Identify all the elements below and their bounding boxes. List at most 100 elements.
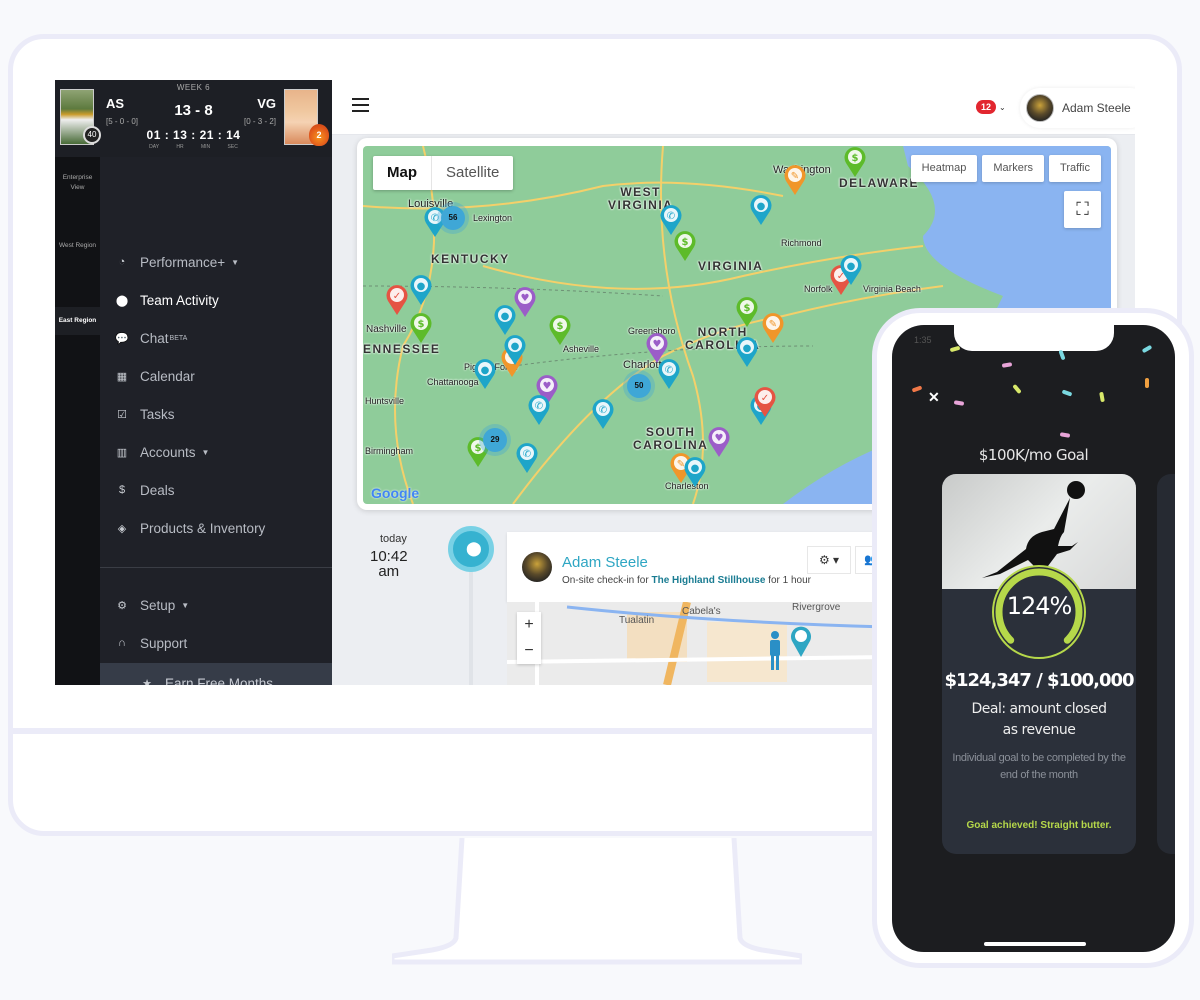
visit-marker-icon[interactable]: ● [473,358,497,390]
map-type-satellite-button[interactable]: Satellite [432,156,513,190]
marker-cluster[interactable]: 29 [483,428,507,452]
zoom-out-button[interactable]: − [517,638,541,664]
star-icon: ★ [142,677,152,686]
marketing-composite: 40 WEEK 6 AS [5 - 0 - 0] 13 - 8 VG [0 - … [0,0,1200,1000]
next-goal-card[interactable] [1157,474,1175,854]
gear-dropdown-button[interactable]: ⚙ ▾ [807,546,851,574]
sidebar-item-products-inventory[interactable]: ◈ Products & Inventory [115,517,266,539]
close-icon[interactable]: ✕ [928,389,940,406]
goal-card[interactable]: 124% $124,347 / $100,000 Deal: amount cl… [942,474,1136,854]
sidebar-item-tasks[interactable]: ☑ Tasks [115,403,174,425]
map-type-map-button[interactable]: Map [373,156,432,190]
visit-marker-icon[interactable]: ● [683,456,707,488]
visit-marker-icon[interactable]: ● [503,334,527,366]
region-west[interactable]: West Region [55,241,100,271]
sidebar-item-setup[interactable]: ⚙ Setup ▼ [115,594,189,616]
call-marker-icon[interactable]: ✆ [591,398,615,430]
chevron-down-icon: ⌄ [999,102,1006,112]
marker-cluster[interactable]: 50 [627,374,651,398]
desc-prefix: On-site check-in for [562,575,652,586]
status-time: 1:35 [914,335,932,345]
svg-text:$: $ [418,319,425,330]
map-city-label: Chattanooga [427,377,479,387]
svg-text:✆: ✆ [535,401,543,412]
call-marker-icon[interactable]: ✆ [527,394,551,426]
svg-text:●: ● [743,343,752,354]
fullscreen-icon[interactable]: ⛶ [1064,191,1101,228]
sidebar-item-calendar[interactable]: ▦ Calendar [115,365,195,387]
goal-amount: $124,347 / $100,000 [944,670,1134,691]
metric-line: as revenue [1002,722,1076,738]
dollar-icon: $ [118,484,126,496]
visit-marker-icon[interactable]: ● [735,336,759,368]
money-marker-icon[interactable]: $ [843,146,867,178]
tags-icon: ◈ [117,522,127,535]
task-marker-icon[interactable]: ✓ [385,284,409,316]
gear-icon: ⚙ [117,599,127,612]
team-right: VG [257,96,276,111]
checkin-mini-map[interactable]: + − Tualatin Cabela's Rivergrove [507,602,887,685]
svg-text:●: ● [757,201,766,212]
svg-text:♥: ♥ [521,293,530,304]
sidebar-item-chat[interactable]: 💬 Chat BETA [115,327,187,349]
note-marker-icon[interactable]: ✎ [783,164,807,196]
sidebar-item-accounts[interactable]: ▥ Accounts ▼ [115,441,210,463]
region-east[interactable]: East Region [55,307,100,335]
home-indicator[interactable] [984,942,1086,946]
svg-text:✆: ✆ [599,405,607,416]
visit-marker-icon[interactable]: ● [749,194,773,226]
task-marker-icon[interactable]: ✓ [753,386,777,418]
zoom-in-button[interactable]: + [517,612,541,638]
activity-ampm: am [378,563,400,580]
scoreboard[interactable]: 40 WEEK 6 AS [5 - 0 - 0] 13 - 8 VG [0 - … [55,80,332,157]
activity-card[interactable]: Adam Steele On-site check-in for The Hig… [507,532,887,602]
fire-badge-icon: 2 [309,124,329,146]
call-marker-icon[interactable]: ✆ [515,442,539,474]
sidebar-item-deals[interactable]: $ Deals [115,479,175,501]
caret-down-icon: ▼ [201,447,210,457]
svg-text:●: ● [417,281,426,292]
traffic-button[interactable]: Traffic [1049,155,1101,182]
sidebar-item-support[interactable]: ∩ Support [115,632,187,654]
dashboard-icon: ◔ [118,256,126,268]
sidebar-item-team-activity[interactable]: ⬤ Team Activity [115,289,219,311]
sidebar-item-label: Team Activity [140,292,219,308]
confetti-piece [1012,383,1022,395]
note-marker-icon[interactable]: ✎ [761,312,785,344]
confetti-piece [1058,349,1066,361]
markers-button[interactable]: Markers [982,155,1045,182]
money-marker-icon[interactable]: $ [735,296,759,328]
svg-text:$: $ [744,303,751,314]
record-right: [0 - 3 - 2] [243,117,276,126]
marker-cluster[interactable]: 56 [441,206,465,230]
goal-title: $100K/mo Goal [978,446,1089,464]
money-marker-icon[interactable]: $ [409,312,433,344]
mini-map-label: Cabela's [682,606,721,617]
heatmap-button[interactable]: Heatmap [910,155,978,182]
call-marker-icon[interactable]: ✆ [657,358,681,390]
phone-frame: 1:35 ✕ $100K/mo Goal 124% $124,347 / $10… [872,308,1194,968]
money-marker-icon[interactable]: $ [673,230,697,262]
money-marker-icon[interactable]: $ [548,314,572,346]
sidebar: 40 WEEK 6 AS [5 - 0 - 0] 13 - 8 VG [0 - … [55,80,332,685]
visit-marker-icon[interactable]: ● [839,254,863,286]
earn-label: Earn Free Months [165,675,274,686]
activity-user-link[interactable]: Adam Steele [562,554,648,571]
hamburger-menu-icon[interactable] [352,98,369,112]
region-enterprise-view[interactable]: Enterprise View [55,173,100,203]
sidebar-item-label: Support [140,635,188,651]
svg-text:✓: ✓ [761,393,769,404]
sidebar-item-label: Deals [140,482,175,498]
earn-free-months-button[interactable]: ★ Earn Free Months [100,663,332,685]
visit-marker-icon[interactable]: ● [409,274,433,306]
timeline-line [469,560,473,685]
sidebar-item-performance[interactable]: ◔ Performance+ ▼ [115,251,239,273]
confetti-piece [1141,344,1153,354]
user-menu[interactable]: Adam Steele [1020,88,1135,128]
deal-marker-icon[interactable]: ♥ [707,426,731,458]
notifications-button[interactable]: 12 ⌄ [976,100,1006,114]
map-city-label: Virginia Beach [863,284,921,294]
nav-divider [100,567,332,568]
place-link[interactable]: The Highland Stillhouse [651,575,765,586]
deal-marker-icon[interactable]: ♥ [513,286,537,318]
